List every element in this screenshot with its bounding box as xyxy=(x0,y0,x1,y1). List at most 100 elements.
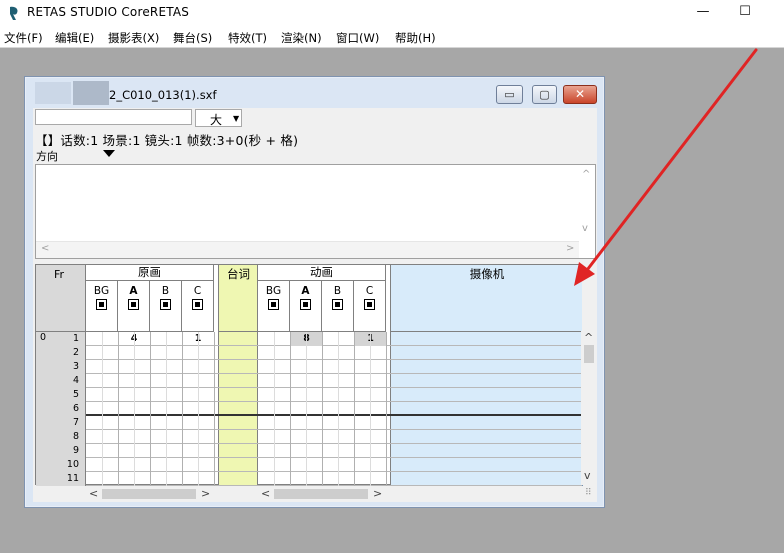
douga-layer-a[interactable]: A xyxy=(290,281,322,332)
menu-file[interactable]: 文件(F) xyxy=(4,30,43,46)
frame-number: 3 xyxy=(36,360,86,374)
layer-toggle-icon[interactable] xyxy=(268,299,279,310)
annotation-arrow-line xyxy=(582,48,758,276)
menu-effects[interactable]: 特效(T) xyxy=(228,30,267,46)
column-divider xyxy=(198,332,199,486)
layer-toggle-icon[interactable] xyxy=(160,299,171,310)
direction-label: 方向 xyxy=(36,150,58,163)
frame-column-header: Fr xyxy=(36,265,86,332)
close-icon: ✕ xyxy=(574,87,586,101)
column-divider xyxy=(370,332,371,486)
scroll-right-icon[interactable]: > xyxy=(201,487,210,500)
name-input[interactable] xyxy=(35,109,192,125)
frame-label: Fr xyxy=(54,268,65,281)
frame-number: 7 xyxy=(36,416,86,430)
genga-layer-b[interactable]: B xyxy=(150,281,182,332)
scroll-down-icon[interactable]: v xyxy=(582,223,588,234)
minimize-button[interactable]: — xyxy=(688,2,718,22)
douga-layer-b[interactable]: B xyxy=(322,281,354,332)
xsheet-window: 2_C010_013(1).sxf ▭ ▢ ✕ 大 ▼ 【】话数:1 场景:1 … xyxy=(24,76,605,508)
menu-edit[interactable]: 编辑(E) xyxy=(55,30,94,46)
menu-xsheet[interactable]: 摄影表(X) xyxy=(108,30,159,46)
scene-info: 【】话数:1 场景:1 镜头:1 帧数:3+0(秒 + 格) xyxy=(35,133,299,148)
frame-number: 9 xyxy=(36,444,86,458)
column-divider xyxy=(182,332,183,486)
layer-toggle-icon[interactable] xyxy=(332,299,343,310)
layer-toggle-icon[interactable] xyxy=(96,299,107,310)
scroll-right-icon[interactable]: > xyxy=(566,243,574,254)
layer-toggle-icon[interactable] xyxy=(128,299,139,310)
scroll-up-icon[interactable]: ^ xyxy=(584,331,593,344)
size-combo[interactable]: 大 ▼ xyxy=(195,109,242,127)
maximize-button[interactable]: ☐ xyxy=(730,2,760,22)
column-divider xyxy=(322,332,323,486)
douga-layer-c[interactable]: C xyxy=(354,281,386,332)
genga-horizontal-scrollbar[interactable]: < > xyxy=(85,486,215,502)
douga-layer-bg[interactable]: BG xyxy=(258,281,290,332)
blurred-title-region xyxy=(35,82,71,104)
column-divider xyxy=(214,332,215,486)
xsheet-window-title: 2_C010_013(1).sxf xyxy=(109,88,217,102)
menu-window[interactable]: 窗口(W) xyxy=(336,30,379,46)
column-divider xyxy=(386,332,387,486)
scroll-down-icon[interactable]: v xyxy=(584,469,591,482)
genga-layer-a[interactable]: A xyxy=(118,281,150,332)
memo-horizontal-scrollbar[interactable]: < > xyxy=(36,241,579,258)
horizontal-scroll-thumb[interactable] xyxy=(274,489,368,499)
layer-toggle-icon[interactable] xyxy=(300,299,311,310)
frame-number: 5 xyxy=(36,388,86,402)
maximize-icon: ▢ xyxy=(539,88,550,101)
frame-number: 2 xyxy=(36,346,86,360)
column-divider xyxy=(338,332,339,486)
douga-horizontal-scrollbar[interactable]: < > xyxy=(257,486,387,502)
column-divider xyxy=(354,332,355,486)
blurred-title-region xyxy=(73,81,109,105)
frame-number: 8 xyxy=(36,430,86,444)
frame-number: 4 xyxy=(36,374,86,388)
menu-render[interactable]: 渲染(N) xyxy=(281,30,322,46)
section-number: 0 xyxy=(40,332,47,343)
column-divider xyxy=(306,332,307,486)
memo-textarea[interactable]: ^ v < > xyxy=(35,164,596,259)
child-close-button[interactable]: ✕ xyxy=(563,85,597,104)
xsheet-client: 大 ▼ 【】话数:1 场景:1 镜头:1 帧数:3+0(秒 + 格) 方向 ^ … xyxy=(33,108,597,502)
menu-help[interactable]: 帮助(H) xyxy=(395,30,436,46)
frame-number: 11 xyxy=(36,472,86,486)
retas-logo-icon xyxy=(10,6,18,21)
scroll-left-icon[interactable]: < xyxy=(41,243,49,254)
layer-toggle-icon[interactable] xyxy=(192,299,203,310)
douga-header: 动画 xyxy=(258,265,386,281)
column-divider xyxy=(102,332,103,486)
column-divider xyxy=(166,332,167,486)
genga-layer-bg[interactable]: BG xyxy=(86,281,118,332)
direction-dropdown-icon[interactable] xyxy=(103,150,115,157)
menubar: 文件(F) 编辑(E) 摄影表(X) 舞台(S) 特效(T) 渲染(N) 窗口(… xyxy=(0,26,784,48)
scroll-left-icon[interactable]: < xyxy=(89,487,98,500)
menu-stage[interactable]: 舞台(S) xyxy=(173,30,212,46)
app-titlebar: RETAS STUDIO CoreRETAS — ☐ xyxy=(0,0,784,26)
scroll-left-icon[interactable]: < xyxy=(261,487,270,500)
size-combo-value: 大 xyxy=(210,113,223,127)
genga-layer-c[interactable]: C xyxy=(182,281,214,332)
frame-number: 10 xyxy=(36,458,86,472)
chevron-down-icon: ▼ xyxy=(233,114,240,123)
sheet-vertical-scrollbar[interactable]: ^ v xyxy=(581,331,597,485)
column-divider xyxy=(118,332,119,486)
app-title: RETAS STUDIO CoreRETAS xyxy=(27,5,190,19)
child-minimize-button[interactable]: ▭ xyxy=(496,85,523,104)
vertical-scroll-thumb[interactable] xyxy=(584,345,594,363)
minimize-icon: ▭ xyxy=(504,88,515,101)
horizontal-scroll-thumb[interactable] xyxy=(102,489,196,499)
scroll-right-icon[interactable]: > xyxy=(373,487,382,500)
child-maximize-button[interactable]: ▢ xyxy=(532,85,557,104)
layer-toggle-icon[interactable] xyxy=(364,299,375,310)
memo-vertical-scrollbar[interactable]: ^ v xyxy=(578,165,595,241)
scroll-up-icon[interactable]: ^ xyxy=(582,169,590,180)
column-divider xyxy=(150,332,151,486)
column-divider xyxy=(134,332,135,486)
column-divider xyxy=(290,332,291,486)
genga-header: 原画 xyxy=(86,265,214,281)
frame-number: 6 xyxy=(36,402,86,416)
exposure-sheet: Fr 原画 BG A B C 台词 动画 BG A B C 摄像机 1 0 4 … xyxy=(35,264,583,486)
resize-grip-icon[interactable]: ⠿ xyxy=(585,488,592,498)
